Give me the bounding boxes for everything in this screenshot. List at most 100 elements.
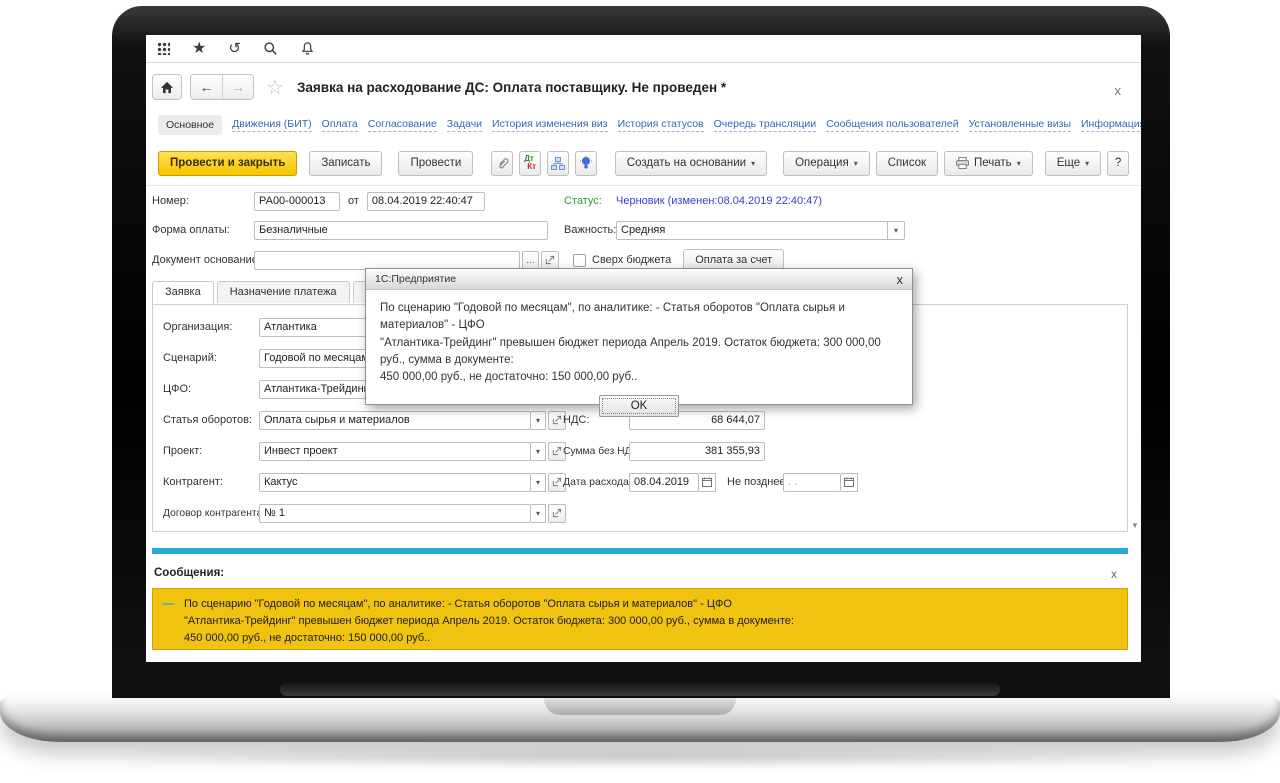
post-button[interactable]: Провести <box>398 151 473 176</box>
favorite-star-toggle[interactable]: ☆ <box>266 75 284 100</box>
document-title-bar: ← → ☆ Заявка на расходование ДС: Оплата … <box>152 73 726 101</box>
from-label: от <box>348 195 359 207</box>
forward-button[interactable]: → <box>222 75 253 99</box>
app-menu-bar: ★ ↺ <box>146 35 1141 63</box>
save-button[interactable]: Записать <box>309 151 382 176</box>
tab-osnovnoe[interactable]: Основное <box>158 115 222 135</box>
message-dash-icon: — <box>163 596 174 642</box>
tab-oplata[interactable]: Оплата <box>322 118 358 132</box>
tab-soobshcheniya-polzovatelei[interactable]: Сообщения пользователей <box>826 118 958 132</box>
more-button[interactable]: Еще▾ <box>1045 151 1101 176</box>
importance-select[interactable] <box>616 221 888 240</box>
ellipsis-button[interactable]: ... <box>522 251 539 270</box>
message-text: По сценарию "Годовой по месяцам", по ана… <box>184 596 794 642</box>
payment-form-input[interactable] <box>254 221 548 240</box>
messages-close-icon[interactable]: x <box>1111 567 1117 581</box>
tab-soglasovanie[interactable]: Согласование <box>368 118 437 132</box>
blue-separator <box>152 548 1128 554</box>
window-close-icon[interactable]: x <box>1115 83 1122 98</box>
chevron-down-icon: ▾ <box>894 226 898 235</box>
tab-zadachi[interactable]: Задачи <box>447 118 482 132</box>
dtkt-button[interactable]: ДтКт <box>519 151 541 176</box>
over-budget-checkbox[interactable] <box>573 254 586 267</box>
post-and-close-button[interactable]: Провести и закрыть <box>158 151 297 176</box>
notifications-bell-icon[interactable] <box>300 41 315 56</box>
number-date-input[interactable] <box>367 192 485 211</box>
dtkt-icon: ДтКт <box>524 155 536 171</box>
base-document-label: Документ основание: <box>152 254 254 266</box>
help-button[interactable]: ? <box>1107 151 1129 176</box>
status-link[interactable]: Черновик (изменен:08.04.2019 22:40:47) <box>616 195 822 207</box>
counterparty-label: Контрагент: <box>163 476 259 488</box>
dialog-ok-button[interactable]: OK <box>599 395 679 417</box>
print-button[interactable]: Печать▾ <box>944 151 1033 176</box>
apps-grid-icon[interactable] <box>157 42 170 55</box>
paperclip-icon <box>496 156 509 170</box>
org-label: Организация: <box>163 321 259 333</box>
not-later-calendar-button[interactable] <box>841 473 858 492</box>
scroll-down-icon[interactable]: ▼ <box>1131 521 1139 530</box>
payment-form-label: Форма оплаты: <box>152 224 254 236</box>
chevron-down-icon: ▾ <box>1085 159 1089 168</box>
not-later-input[interactable] <box>783 473 841 492</box>
tab-istoriya-statusov[interactable]: История статусов <box>618 118 704 132</box>
contract-input[interactable] <box>259 504 531 523</box>
operation-button[interactable]: Операция▾ <box>783 151 870 176</box>
base-document-input[interactable] <box>254 251 520 270</box>
alert-dialog: 1С:Предприятие x По сценарию "Годовой по… <box>365 268 913 405</box>
tab-ochered-translyacii[interactable]: Очередь трансляции <box>714 118 817 132</box>
turnover-dropdown-button[interactable]: ▾ <box>531 411 546 430</box>
home-button[interactable] <box>152 74 182 100</box>
favorites-star-icon[interactable]: ★ <box>192 41 206 57</box>
search-icon[interactable] <box>263 41 278 56</box>
turnover-item-input[interactable] <box>259 411 531 430</box>
cfo-label: ЦФО: <box>163 383 259 395</box>
expense-date-input[interactable] <box>629 473 699 492</box>
expense-date-calendar-button[interactable] <box>699 473 716 492</box>
tab-ustanovlennye-vizy[interactable]: Установленные визы <box>969 118 1071 132</box>
nav-tabs: Основное Движения (БИТ) Оплата Согласова… <box>158 113 1121 137</box>
scenario-label: Сценарий: <box>163 352 259 364</box>
attachment-button[interactable] <box>491 151 513 176</box>
importance-dropdown-button[interactable]: ▾ <box>888 221 905 240</box>
contract-dropdown-button[interactable]: ▾ <box>531 504 546 523</box>
expense-date-label: Дата расхода: <box>563 476 629 488</box>
structure-icon <box>551 157 565 170</box>
list-button[interactable]: Список <box>876 151 938 176</box>
turnover-item-label: Статья оборотов: <box>163 414 259 426</box>
doc-tab-zayavka[interactable]: Заявка <box>152 281 214 304</box>
not-later-label: Не позднее: <box>727 476 783 488</box>
status-label: Статус: <box>564 195 616 207</box>
amount-wo-vat-label: Сумма без НДС: <box>563 446 629 457</box>
message-item[interactable]: — По сценарию "Годовой по месяцам", по а… <box>152 588 1128 650</box>
laptop-notch <box>544 698 736 715</box>
dialog-close-icon[interactable]: x <box>897 272 904 287</box>
back-button[interactable]: ← <box>191 75 222 99</box>
history-icon[interactable]: ↺ <box>228 41 241 56</box>
counterparty-input[interactable] <box>259 473 531 492</box>
contract-label: Договор контрагента: <box>163 508 259 519</box>
tab-dvizheniya-bit[interactable]: Движения (БИТ) <box>232 118 312 132</box>
lightbulb-icon <box>580 156 592 170</box>
number-label: Номер: <box>152 195 254 207</box>
tab-istoriya-viz[interactable]: История изменения виз <box>492 118 608 132</box>
doc-tab-naznachenie[interactable]: Назначение платежа <box>217 281 350 303</box>
calendar-icon <box>702 477 712 487</box>
dialog-title-bar[interactable]: 1С:Предприятие x <box>366 269 912 290</box>
create-based-on-button[interactable]: Создать на основании▾ <box>615 151 767 176</box>
open-link-button[interactable] <box>541 251 559 270</box>
project-dropdown-button[interactable]: ▾ <box>531 442 546 461</box>
counterparty-dropdown-button[interactable]: ▾ <box>531 473 546 492</box>
tab-informaciya[interactable]: Информация <box>1081 118 1141 132</box>
number-input[interactable] <box>254 192 340 211</box>
contract-open-button[interactable] <box>548 504 566 523</box>
dialog-title: 1С:Предприятие <box>375 273 456 285</box>
calendar-icon <box>844 477 854 487</box>
discussion-button[interactable] <box>575 151 597 176</box>
toolbar: Провести и закрыть Записать Провести ДтК… <box>158 149 1129 177</box>
amount-wo-vat-input[interactable] <box>629 442 765 461</box>
chevron-down-icon: ▾ <box>854 159 858 168</box>
structure-button[interactable] <box>547 151 569 176</box>
history-nav-group: ← → <box>190 74 254 100</box>
project-input[interactable] <box>259 442 531 461</box>
